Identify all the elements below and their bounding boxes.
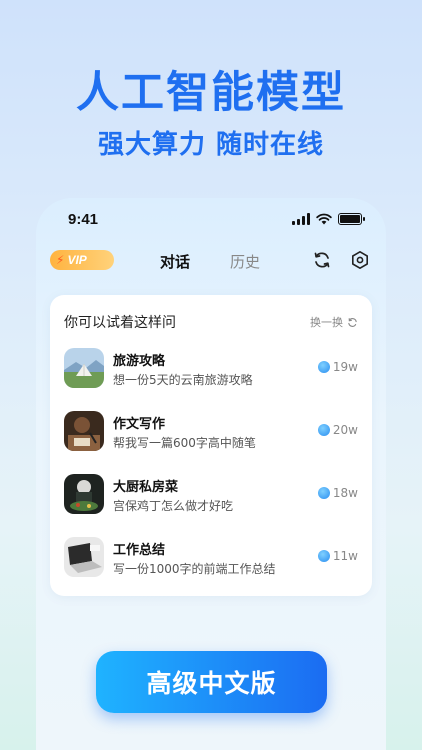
chef-cooking-thumbnail: [64, 474, 104, 514]
headline: 人工智能模型: [76, 68, 346, 118]
item-count: 19w: [317, 360, 358, 374]
battery-icon: [338, 213, 365, 225]
fire-drop-icon: [317, 487, 330, 499]
settings-hexagon-icon: [352, 251, 368, 269]
item-title: 工作总结: [113, 543, 166, 558]
status-time: 9:41: [68, 211, 99, 228]
item-title: 作文写作: [113, 417, 166, 432]
fire-drop-icon: [317, 361, 330, 373]
signal-icon: [292, 213, 310, 225]
shuffle-button[interactable]: 换一换: [310, 314, 358, 330]
suggestion-card: 你可以试着这样问 换一换 旅游攻略 想一份5天的云南旅游攻略 19w 作文写作 …: [50, 295, 372, 596]
item-desc: 写一份1000字的前端工作总结: [113, 562, 276, 576]
item-desc: 宫保鸡丁怎么做才好吃: [113, 499, 234, 513]
list-item[interactable]: 作文写作 帮我写一篇600字高中随笔 20w: [64, 411, 358, 455]
lightning-icon: ⚡: [56, 253, 65, 267]
fire-drop-icon: [317, 550, 330, 562]
list-item[interactable]: 大厨私房菜 宫保鸡丁怎么做才好吃 18w: [64, 474, 358, 518]
app-header: ⚡ VIP 对话 历史: [36, 246, 386, 276]
tab-history[interactable]: 历史: [230, 251, 260, 272]
card-title: 你可以试着这样问: [64, 315, 176, 331]
subline: 强大算力 随时在线: [97, 130, 325, 160]
fire-drop-icon: [317, 424, 330, 436]
item-title: 大厨私房菜: [113, 480, 179, 495]
item-desc: 帮我写一篇600字高中随笔: [113, 436, 256, 450]
shuffle-label: 换一换: [310, 316, 343, 329]
vip-label: VIP: [67, 253, 87, 267]
vip-badge[interactable]: ⚡ VIP: [50, 250, 114, 270]
laptop-thumbnail: [64, 537, 104, 577]
item-desc: 想一份5天的云南旅游攻略: [113, 373, 253, 387]
item-count: 20w: [317, 423, 358, 437]
item-count: 18w: [317, 486, 358, 500]
list-item[interactable]: 旅游攻略 想一份5天的云南旅游攻略 19w: [64, 348, 358, 392]
refresh-small-icon: [348, 317, 357, 327]
refresh-button[interactable]: [310, 248, 334, 272]
refresh-icon: [314, 252, 330, 268]
list-item[interactable]: 工作总结 写一份1000字的前端工作总结 11w: [64, 537, 358, 581]
settings-button[interactable]: [348, 248, 372, 272]
tent-landscape-thumbnail: [64, 348, 104, 388]
tab-chat[interactable]: 对话: [160, 251, 190, 272]
item-count: 11w: [317, 549, 358, 563]
writing-desk-thumbnail: [64, 411, 104, 451]
status-bar: 9:41: [36, 208, 386, 234]
cta-button[interactable]: 高级中文版: [96, 651, 327, 713]
item-title: 旅游攻略: [113, 354, 166, 369]
wifi-icon: [316, 213, 332, 225]
